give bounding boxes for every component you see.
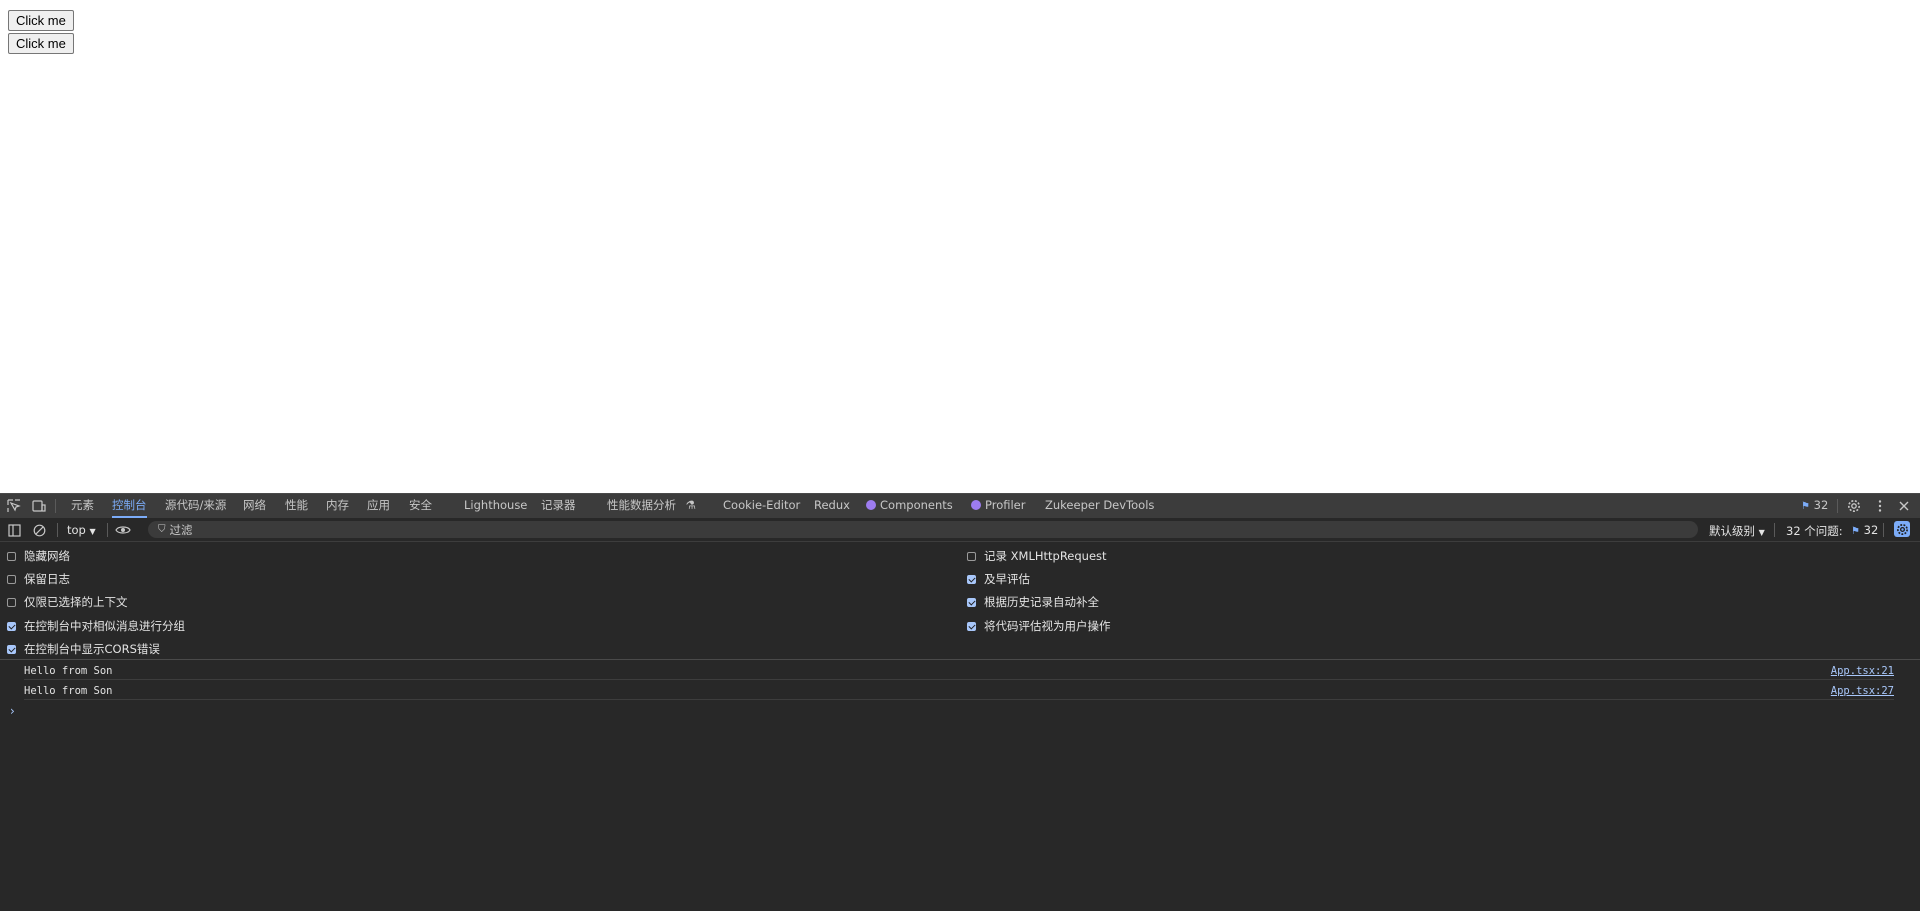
setting-show-cors-errors[interactable]: 在控制台中显示CORS错误 xyxy=(7,640,160,658)
tab-profiler[interactable]: Profiler xyxy=(971,494,1026,518)
tab-profiler-label: Profiler xyxy=(985,498,1026,512)
setting-label: 保留日志 xyxy=(24,572,70,586)
setting-group-similar[interactable]: 在控制台中对相似消息进行分组 xyxy=(7,617,185,635)
checkbox[interactable] xyxy=(7,574,16,584)
tab-network[interactable]: 网络 xyxy=(243,494,266,518)
checkbox[interactable] xyxy=(967,551,976,561)
checkbox[interactable] xyxy=(7,551,16,561)
filter-placeholder: 过滤 xyxy=(169,522,193,537)
tab-elements[interactable]: 元素 xyxy=(71,494,94,518)
console-settings-pane: 隐藏网络 保留日志 仅限已选择的上下文 在控制台中对相似消息进行分组 在控制台中… xyxy=(0,542,1920,660)
setting-hide-network[interactable]: 隐藏网络 xyxy=(7,547,70,565)
issues-counter[interactable]: ⚑ 32 xyxy=(1801,494,1828,518)
experiment-flask-icon: ⚗ xyxy=(685,498,696,512)
console-toolbar: top ▼ ⛉ 过滤 默认级别 ▼ 32 个问题: ⚑ 32 xyxy=(0,518,1920,542)
setting-label: 及早评估 xyxy=(984,572,1030,586)
message-text: Hello from Son xyxy=(24,665,113,677)
tab-components[interactable]: Components xyxy=(866,494,953,518)
setting-eval-as-user-action[interactable]: 将代码评估视为用户操作 xyxy=(967,617,1111,635)
live-expression-eye-icon[interactable] xyxy=(115,522,131,538)
device-toolbar-icon[interactable] xyxy=(31,498,47,514)
issues-count: 32 xyxy=(1813,498,1829,512)
setting-label: 仅限已选择的上下文 xyxy=(24,595,128,609)
console-settings-gear-icon[interactable] xyxy=(1894,521,1910,537)
divider xyxy=(1837,499,1838,513)
tab-console[interactable]: 控制台 xyxy=(112,494,147,518)
click-me-button-2[interactable]: Click me xyxy=(8,33,74,54)
issue-flag-icon: ⚑ xyxy=(1851,526,1860,537)
tab-redux[interactable]: Redux xyxy=(814,494,850,518)
console-prompt[interactable]: › xyxy=(10,704,15,718)
checkbox[interactable] xyxy=(7,597,16,607)
setting-autocomplete-history[interactable]: 根据历史记录自动补全 xyxy=(967,593,1099,611)
sidebar-toggle-icon[interactable] xyxy=(6,522,22,538)
setting-eager-evaluation[interactable]: 及早评估 xyxy=(967,570,1030,588)
checkbox-checked[interactable] xyxy=(967,621,976,631)
tab-memory[interactable]: 内存 xyxy=(326,494,349,518)
devtools-panel: 元素 控制台 源代码/来源 网络 性能 内存 应用 安全 Lighthouse … xyxy=(0,493,1920,911)
console-messages: Hello from Son App.tsx:21 Hello from Son… xyxy=(0,660,1920,911)
issues-badge[interactable]: ⚑ 32 xyxy=(1851,523,1878,537)
issues-badge-count: 32 xyxy=(1863,523,1879,537)
log-levels-dropdown[interactable]: 默认级别 ▼ xyxy=(1709,523,1765,539)
issue-flag-icon: ⚑ xyxy=(1801,501,1810,512)
setting-selected-context-only[interactable]: 仅限已选择的上下文 xyxy=(7,593,128,611)
setting-label: 在控制台中显示CORS错误 xyxy=(24,642,160,656)
checkbox-checked[interactable] xyxy=(7,621,16,631)
tab-zukeeper[interactable]: Zukeeper DevTools xyxy=(1045,494,1154,518)
clear-console-icon[interactable] xyxy=(31,522,47,538)
dropdown-arrow-icon: ▼ xyxy=(89,527,96,536)
context-value: top xyxy=(67,523,86,537)
page-viewport: Click me Click me xyxy=(0,0,1920,493)
context-selector[interactable]: top ▼ xyxy=(67,523,96,537)
checkbox-checked[interactable] xyxy=(967,574,976,584)
tab-components-label: Components xyxy=(880,498,953,512)
setting-label: 根据历史记录自动补全 xyxy=(984,595,1099,609)
divider xyxy=(1774,523,1775,537)
tab-security[interactable]: 安全 xyxy=(409,494,432,518)
divider xyxy=(1883,523,1884,537)
tab-application[interactable]: 应用 xyxy=(367,494,390,518)
console-message: Hello from Son App.tsx:21 xyxy=(24,661,1894,680)
log-levels-value: 默认级别 xyxy=(1709,524,1755,538)
divider xyxy=(57,523,58,537)
tab-performance-insights[interactable]: 性能数据分析 ⚗ xyxy=(607,494,696,518)
checkbox-checked[interactable] xyxy=(967,597,976,607)
divider xyxy=(107,523,108,537)
tab-lighthouse[interactable]: Lighthouse xyxy=(464,494,527,518)
devtools-tabbar: 元素 控制台 源代码/来源 网络 性能 内存 应用 安全 Lighthouse … xyxy=(0,493,1920,518)
setting-label: 将代码评估视为用户操作 xyxy=(984,619,1111,633)
divider xyxy=(55,499,56,513)
tab-cookie-editor[interactable]: Cookie-Editor xyxy=(723,494,800,518)
setting-preserve-log[interactable]: 保留日志 xyxy=(7,570,70,588)
checkbox-checked[interactable] xyxy=(7,644,16,654)
setting-label: 记录 XMLHttpRequest xyxy=(984,549,1107,563)
tab-performance-insights-label: 性能数据分析 xyxy=(607,498,676,512)
setting-label: 在控制台中对相似消息进行分组 xyxy=(24,619,185,633)
console-message: Hello from Son App.tsx:27 xyxy=(24,681,1894,700)
message-source-link[interactable]: App.tsx:27 xyxy=(1831,685,1894,697)
react-icon xyxy=(866,500,876,510)
setting-log-xhr[interactable]: 记录 XMLHttpRequest xyxy=(967,547,1107,565)
tab-recorder[interactable]: 记录器 xyxy=(541,494,576,518)
more-options-icon[interactable] xyxy=(1872,498,1888,514)
issues-label: 32 个问题: xyxy=(1786,524,1843,538)
react-icon xyxy=(971,500,981,510)
tab-sources[interactable]: 源代码/来源 xyxy=(165,494,226,518)
filter-funnel-icon: ⛉ xyxy=(158,524,166,535)
setting-label: 隐藏网络 xyxy=(24,549,70,563)
message-text: Hello from Son xyxy=(24,685,113,697)
dropdown-arrow-icon: ▼ xyxy=(1758,528,1765,537)
close-icon[interactable] xyxy=(1896,498,1912,514)
message-source-link[interactable]: App.tsx:21 xyxy=(1831,665,1894,677)
inspect-element-icon[interactable] xyxy=(6,498,22,514)
click-me-button-1[interactable]: Click me xyxy=(8,10,74,31)
tab-performance[interactable]: 性能 xyxy=(285,494,308,518)
filter-input[interactable]: ⛉ 过滤 xyxy=(148,521,1698,538)
settings-gear-icon[interactable] xyxy=(1846,498,1862,514)
